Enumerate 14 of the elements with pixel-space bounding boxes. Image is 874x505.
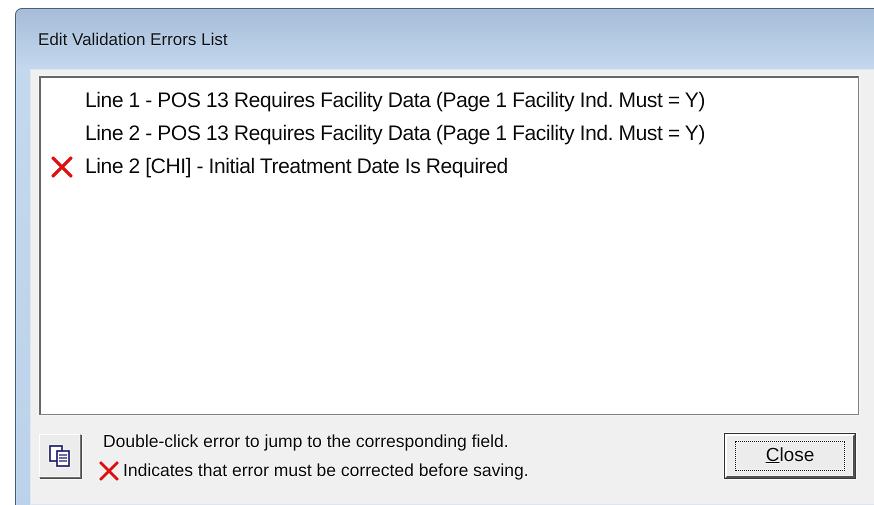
- window-title: Edit Validation Errors List: [38, 30, 228, 50]
- error-text: Line 2 - POS 13 Requires Facility Data (Page 1 Facility Ind. Must = Y): [85, 122, 705, 146]
- cross-icon: [51, 156, 73, 178]
- copy-icon: [48, 444, 72, 468]
- error-text: Line 2 [CHI] - Initial Treatment Date Is Required: [85, 154, 508, 178]
- error-item[interactable]: Line 1 - POS 13 Requires Facility Data (Page 1 Facility Ind. Must = Y): [51, 84, 858, 117]
- error-item[interactable]: Line 2 [CHI] - Initial Treatment Date Is Required: [51, 150, 858, 183]
- legend-text: Indicates that error must be corrected before saving.: [123, 460, 529, 481]
- error-item[interactable]: Line 2 - POS 13 Requires Facility Data (Page 1 Facility Ind. Must = Y): [51, 117, 858, 150]
- error-text: Line 1 - POS 13 Requires Facility Data (Page 1 Facility Ind. Must = Y): [85, 88, 705, 112]
- cross-icon: [99, 460, 119, 480]
- copy-button[interactable]: [39, 434, 81, 478]
- close-button[interactable]: Close: [725, 434, 855, 478]
- hint-text: Double-click error to jump to the corresponding field.: [103, 431, 510, 452]
